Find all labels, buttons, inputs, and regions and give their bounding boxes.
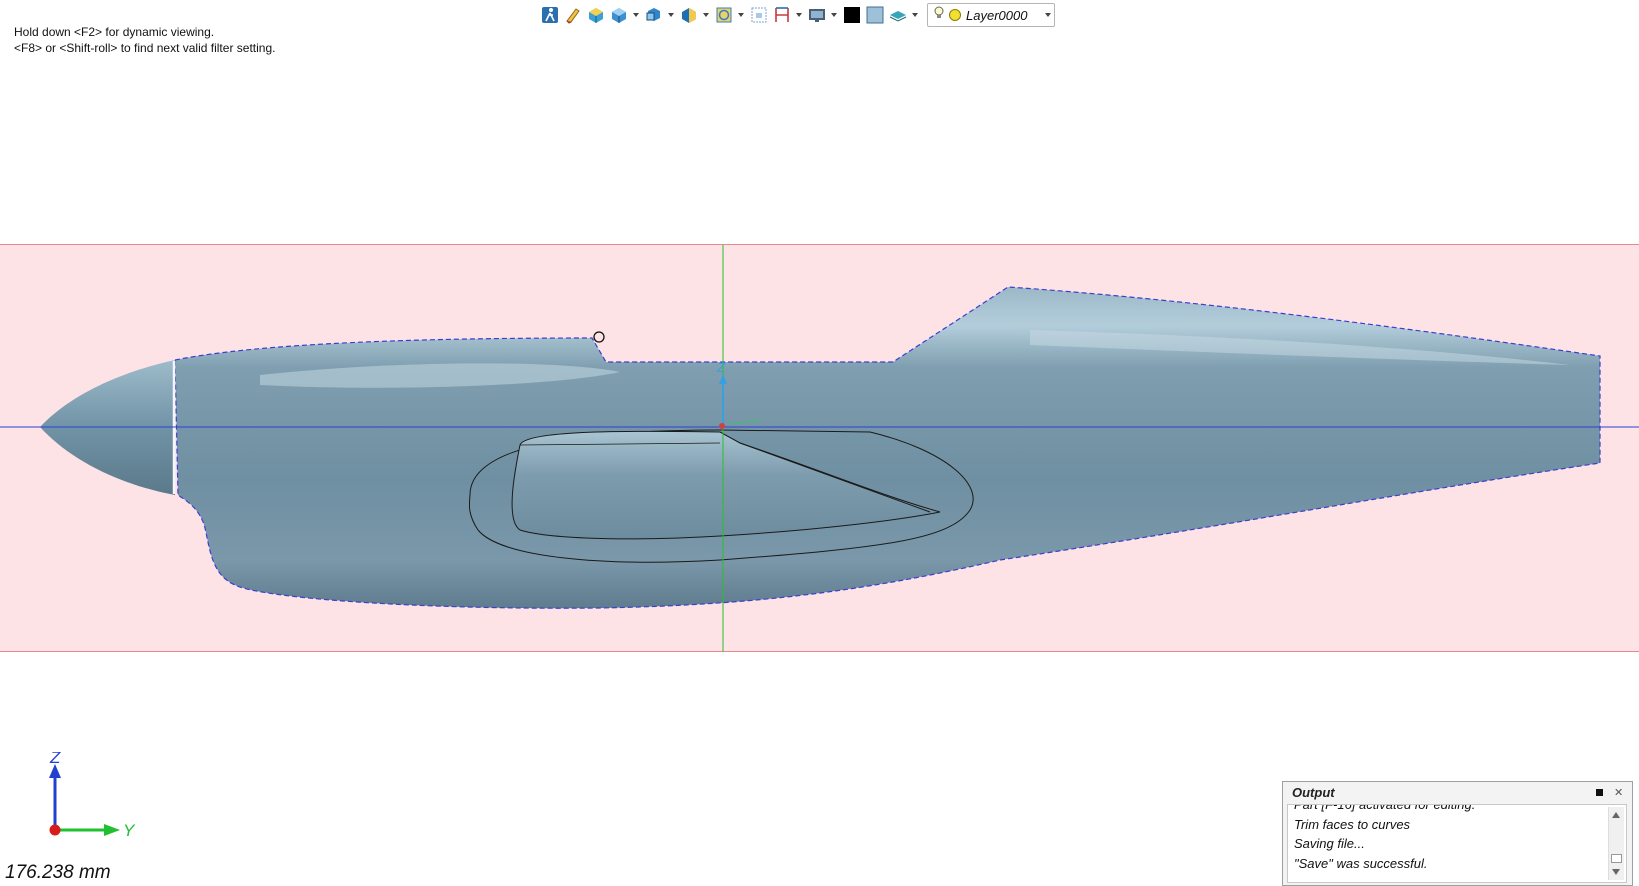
origin-z-label: Z [716,360,726,375]
output-line: "Save" was successful. [1294,855,1428,871]
scroll-up-icon[interactable] [1612,812,1620,818]
fuselage-body[interactable] [174,286,1601,609]
scroll-down-icon[interactable] [1612,869,1620,875]
pick-point-marker[interactable] [593,331,605,343]
measurement-readout: 176.238 mm [5,862,111,883]
output-line: Part [F-16] activated for editing. [1294,804,1476,812]
output-titlebar: Output ✕ [1283,782,1632,802]
pin-icon[interactable] [1594,787,1604,797]
viewport-canvas[interactable]: Z [0,0,1639,886]
scroll-thumb[interactable] [1611,854,1622,863]
axis-triad: Z Y [49,752,136,840]
output-scrollbar[interactable] [1608,807,1624,880]
output-panel: Output ✕ Part [F-16] activated for editi… [1282,781,1633,886]
output-log[interactable]: Part [F-16] activated for editing. Trim … [1287,804,1627,883]
output-line: Trim faces to curves [1294,816,1411,832]
triad-y-label: Y [123,821,136,840]
output-title: Output [1292,784,1335,800]
output-line: Saving file... [1294,836,1365,851]
close-icon[interactable]: ✕ [1614,786,1624,799]
triad-z-label: Z [49,752,61,767]
